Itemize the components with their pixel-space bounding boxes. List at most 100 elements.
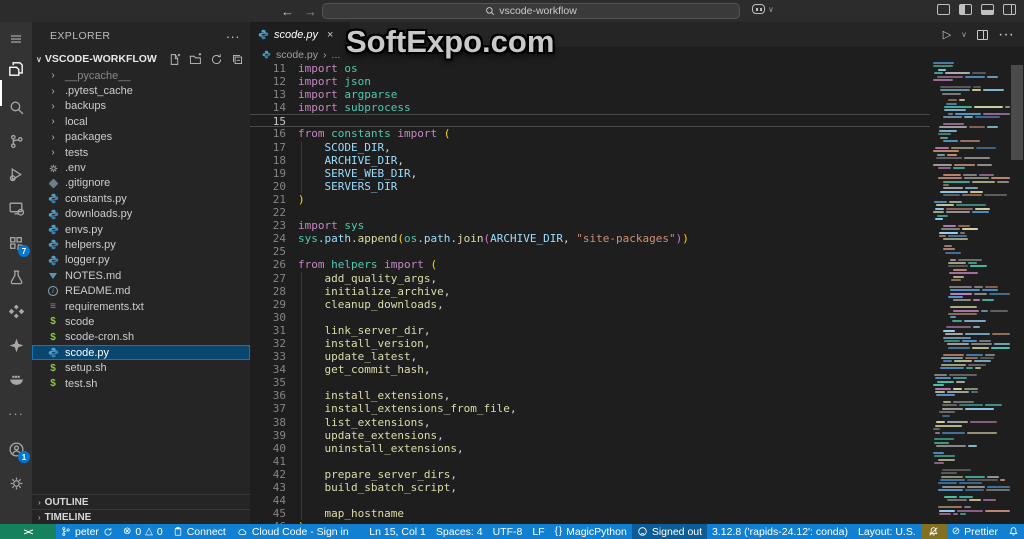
more-views-icon[interactable]: ··· xyxy=(0,400,32,426)
file-tree-item[interactable]: › local xyxy=(32,114,250,129)
remote-indicator[interactable]: >< xyxy=(0,524,56,539)
language-mode-item[interactable]: { } MagicPython xyxy=(550,524,632,539)
minimap[interactable] xyxy=(930,62,1010,524)
cloud-code-item[interactable]: Cloud Code - Sign in xyxy=(231,524,354,539)
file-tree-item[interactable]: › backups xyxy=(32,99,250,114)
file-tree-item[interactable]: $ scode-cron.sh xyxy=(32,330,250,345)
run-python-icon[interactable]: ▷ xyxy=(943,28,951,41)
settings-gear-icon[interactable] xyxy=(0,470,32,496)
keyboard-layout-item[interactable]: Layout: U.S. xyxy=(853,524,921,539)
collapse-all-icon[interactable] xyxy=(231,53,244,66)
gemini-sparkle-icon[interactable] xyxy=(0,332,32,358)
refresh-icon[interactable] xyxy=(210,53,223,66)
line-number: 42 xyxy=(272,467,286,481)
folder-chevron-icon: › xyxy=(51,131,55,143)
nav-forward-icon[interactable]: → xyxy=(304,4,317,19)
file-tree-item[interactable]: › packages xyxy=(32,130,250,145)
line-number: 41 xyxy=(272,454,286,468)
code-line: 23 import sys xyxy=(250,219,930,232)
code-line: 28 initialize_archive, xyxy=(250,284,930,298)
code-line: 12 import json xyxy=(250,75,930,88)
breadcrumb-separator: › xyxy=(323,48,327,61)
code-line: 25 xyxy=(250,245,930,258)
menu-hamburger-icon[interactable] xyxy=(0,26,32,52)
activity-bar: 7 ··· 1 xyxy=(0,22,32,524)
file-tree-item[interactable]: logger.py xyxy=(32,253,250,268)
file-tree-item[interactable]: › __pycache__ xyxy=(32,68,250,83)
shell-dollar-icon: $ xyxy=(50,316,56,328)
file-tree-item[interactable]: .gitignore xyxy=(32,176,250,191)
problems-item[interactable]: ⊗ 0 △ 0 xyxy=(118,524,168,539)
file-tree-item[interactable]: i README.md xyxy=(32,283,250,298)
nav-back-icon[interactable]: ← xyxy=(281,4,294,19)
sidebar-more-icon[interactable]: ··· xyxy=(226,29,240,44)
remote-explorer-icon[interactable] xyxy=(0,195,32,221)
connect-item[interactable]: Connect xyxy=(168,524,231,539)
shell-dollar-icon: $ xyxy=(50,378,56,389)
notifications-item[interactable] xyxy=(1003,524,1024,539)
file-tree-item[interactable]: .env xyxy=(32,160,250,175)
docker-icon[interactable] xyxy=(0,366,32,392)
git-branch-item[interactable]: peter xyxy=(56,524,118,539)
file-label: logger.py xyxy=(65,254,110,267)
line-number: 11 xyxy=(272,62,286,75)
encoding-item[interactable]: UTF-8 xyxy=(488,524,528,539)
python-file-icon xyxy=(46,255,60,266)
copilot-menu[interactable]: ∨ xyxy=(752,4,774,14)
code-line: 29 cleanup_downloads, xyxy=(250,297,930,311)
copilot-icon xyxy=(752,4,765,14)
toggle-panel-icon[interactable] xyxy=(981,4,994,15)
file-tree-item[interactable]: helpers.py xyxy=(32,237,250,252)
explorer-icon[interactable] xyxy=(0,56,32,82)
command-center-search[interactable]: vscode-workflow xyxy=(322,3,740,19)
file-tree-item[interactable]: ≡ requirements.txt xyxy=(32,299,250,314)
file-tree-item[interactable]: NOTES.md xyxy=(32,268,250,283)
code-line: 30 xyxy=(250,310,930,324)
run-dropdown-icon[interactable]: ∨ xyxy=(961,30,967,39)
timeline-section[interactable]: › TIMELINE xyxy=(32,509,250,524)
file-tree-item[interactable]: $ setup.sh xyxy=(32,360,250,375)
new-folder-icon[interactable] xyxy=(189,52,202,66)
cursor-position-item[interactable]: Ln 15, Col 1 xyxy=(364,524,431,539)
file-tree-item[interactable]: scode.py xyxy=(32,345,250,361)
scrollbar-thumb[interactable] xyxy=(1011,65,1023,160)
indentation-item[interactable]: Spaces: 4 xyxy=(431,524,488,539)
source-control-icon[interactable] xyxy=(0,128,32,154)
testing-beaker-icon[interactable] xyxy=(0,264,32,290)
split-editor-icon[interactable] xyxy=(977,29,989,40)
file-tree-item[interactable]: downloads.py xyxy=(32,207,250,222)
code-text: build_sbatch_script, xyxy=(324,481,457,494)
code-text: import argparse xyxy=(298,88,398,102)
file-tree-item[interactable]: $ scode xyxy=(32,314,250,329)
editor-more-actions-icon[interactable]: ··· xyxy=(998,26,1014,44)
file-tree-item[interactable]: › tests xyxy=(32,145,250,160)
search-view-icon[interactable] xyxy=(0,94,32,120)
line-number: 43 xyxy=(272,481,286,494)
accounts-icon[interactable]: 1 xyxy=(0,436,32,463)
customize-layout-icon[interactable] xyxy=(937,4,950,15)
file-tree-item[interactable]: $ test.sh xyxy=(32,376,250,391)
code-text: import subprocess xyxy=(298,101,411,115)
new-file-icon[interactable] xyxy=(168,53,181,66)
eol-item[interactable]: LF xyxy=(527,524,549,539)
github-signin-item[interactable]: Signed out xyxy=(631,524,708,539)
python-interpreter-item[interactable]: 3.12.8 ('rapids-24.12': conda) xyxy=(707,524,853,539)
workspace-section-header[interactable]: ∨ VSCODE-WORKFLOW xyxy=(32,50,250,68)
code-editor[interactable]: 11 import os 12 import json 13 import argpars… xyxy=(250,62,930,524)
prettier-disabled-icon: ⊘ xyxy=(951,526,961,537)
outline-section[interactable]: › OUTLINE xyxy=(32,494,250,509)
file-tree-item[interactable]: envs.py xyxy=(32,222,250,237)
toggle-secondary-sidebar-icon[interactable] xyxy=(1003,4,1016,15)
run-debug-icon[interactable] xyxy=(0,161,32,187)
tab-scode-py[interactable]: scode.py × xyxy=(250,22,350,47)
extensions-icon[interactable]: 7 xyxy=(0,230,32,257)
prettier-item[interactable]: ⊘ Prettier xyxy=(947,524,1003,539)
folder-chevron-icon: › xyxy=(51,85,55,97)
file-label: tests xyxy=(65,146,89,159)
toggle-sidebar-icon[interactable] xyxy=(959,4,972,15)
live-share-diamonds-icon[interactable] xyxy=(0,298,32,324)
file-tree-item[interactable]: constants.py xyxy=(32,191,250,206)
tab-close-icon[interactable]: × xyxy=(327,29,333,41)
do-not-disturb-item[interactable] xyxy=(920,524,947,539)
file-tree-item[interactable]: › .pytest_cache xyxy=(32,83,250,98)
